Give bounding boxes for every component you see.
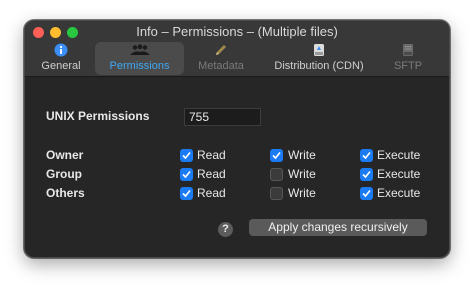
info-icon (54, 42, 68, 58)
window-title: Info – Permissions – (Multiple files) (136, 24, 338, 39)
row-label-owner: Owner (46, 148, 84, 162)
owner-execute-label: Execute (377, 148, 421, 162)
info-window: Info – Permissions – (Multiple files) Ge… (24, 20, 450, 258)
tab-sftp[interactable]: SFTP (387, 42, 429, 75)
checkmark-icon (272, 151, 281, 160)
others-execute-label: Execute (377, 186, 421, 200)
tab-permissions-label: Permissions (109, 60, 170, 72)
owner-write-checkbox[interactable] (270, 149, 283, 162)
tab-metadata[interactable]: Metadata (191, 42, 251, 75)
checkmark-icon (182, 189, 191, 198)
group-execute-label: Execute (377, 167, 421, 181)
row-label-others: Others (46, 186, 85, 200)
others-write-checkbox[interactable] (270, 187, 283, 200)
drive-icon (312, 42, 326, 58)
tab-distribution-cdn[interactable]: Distribution (CDN) (269, 42, 369, 75)
tab-general[interactable]: General (33, 42, 89, 75)
pencil-icon (214, 42, 228, 58)
tab-permissions[interactable]: Permissions (95, 42, 184, 75)
others-read-checkbox[interactable] (180, 187, 193, 200)
others-execute-checkbox[interactable] (360, 187, 373, 200)
tab-metadata-label: Metadata (198, 60, 244, 72)
group-read-label: Read (197, 167, 226, 181)
tab-distribution-label: Distribution (CDN) (274, 60, 364, 72)
title-bar: Info – Permissions – (Multiple files) Ge… (25, 21, 449, 77)
group-write-checkbox[interactable] (270, 168, 283, 181)
checkmark-icon (362, 170, 371, 179)
owner-write-label: Write (288, 148, 316, 162)
others-write-label: Write (288, 186, 316, 200)
checkmark-icon (362, 189, 371, 198)
owner-execute-checkbox[interactable] (360, 149, 373, 162)
users-icon (129, 42, 151, 58)
checkmark-icon (182, 170, 191, 179)
others-read-label: Read (197, 186, 226, 200)
unix-permissions-label: UNIX Permissions (46, 109, 150, 123)
help-button[interactable]: ? (218, 222, 233, 237)
unix-permissions-input[interactable]: 755 (184, 108, 261, 126)
group-execute-checkbox[interactable] (360, 168, 373, 181)
group-read-checkbox[interactable] (180, 168, 193, 181)
checkmark-icon (362, 151, 371, 160)
tab-sftp-label: SFTP (393, 60, 423, 72)
tab-general-label: General (41, 60, 81, 72)
owner-read-checkbox[interactable] (180, 149, 193, 162)
server-icon (401, 42, 415, 58)
owner-read-label: Read (197, 148, 226, 162)
row-label-group: Group (46, 167, 82, 181)
checkmark-icon (182, 151, 191, 160)
apply-recursively-button[interactable]: Apply changes recursively (249, 219, 427, 236)
group-write-label: Write (288, 167, 316, 181)
